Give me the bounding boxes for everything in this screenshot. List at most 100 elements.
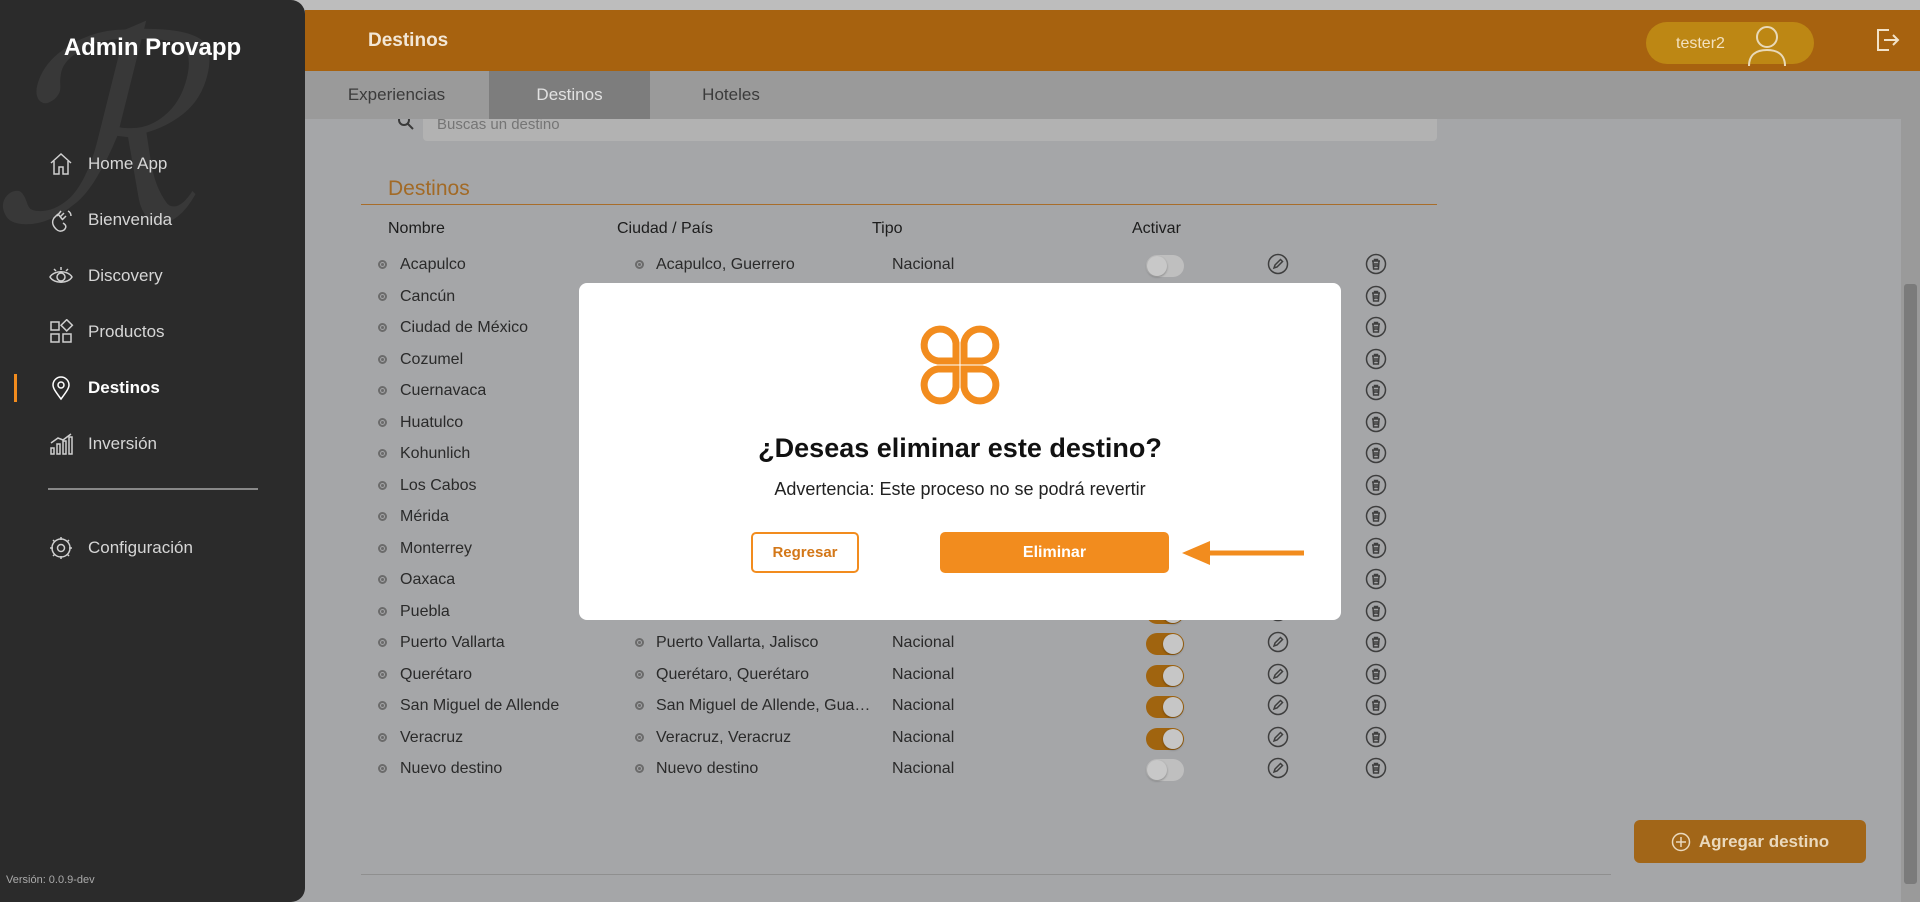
edit-pencil-icon[interactable] bbox=[1267, 253, 1289, 280]
tab-bar: Experiencias Destinos Hoteles bbox=[305, 71, 1920, 119]
products-grid-icon bbox=[50, 319, 74, 343]
add-destination-label: Agregar destino bbox=[1698, 831, 1830, 851]
delete-trash-icon[interactable] bbox=[1365, 411, 1387, 438]
bullet-icon bbox=[378, 260, 387, 269]
sidebar-item-discovery[interactable]: Discovery bbox=[0, 248, 305, 304]
sidebar-item-configuracion[interactable]: Configuración bbox=[0, 520, 305, 576]
sidebar-item-destinos[interactable]: Destinos bbox=[0, 360, 305, 416]
delete-trash-icon[interactable] bbox=[1365, 726, 1387, 753]
sidebar-item-bienvenida[interactable]: Bienvenida bbox=[0, 192, 305, 248]
toggle-knob bbox=[1163, 697, 1183, 717]
delete-trash-icon[interactable] bbox=[1365, 537, 1387, 564]
sidebar-item-label: Configuración bbox=[88, 538, 193, 557]
edit-pencil-icon[interactable] bbox=[1267, 663, 1289, 690]
delete-trash-icon[interactable] bbox=[1365, 316, 1387, 343]
edit-pencil-icon[interactable] bbox=[1267, 631, 1289, 658]
sidebar-item-inversion[interactable]: Inversión bbox=[0, 416, 305, 472]
delete-trash-icon[interactable] bbox=[1365, 694, 1387, 721]
row-name: Acapulco bbox=[400, 256, 466, 273]
bullet-icon bbox=[378, 575, 387, 584]
dialog-warning: Advertencia: Este proceso no se podrá re… bbox=[774, 479, 1146, 499]
bullet-icon bbox=[378, 638, 387, 647]
confirm-delete-dialog: ¿Deseas eliminar este destino? Advertenc… bbox=[579, 283, 1341, 620]
edit-pencil-icon[interactable] bbox=[1267, 757, 1289, 784]
sidebar-nav: Home App Bienvenida Discovery Productos … bbox=[0, 136, 305, 576]
plus-circle-icon bbox=[1671, 832, 1691, 851]
edit-pencil-icon[interactable] bbox=[1267, 694, 1289, 721]
active-toggle[interactable] bbox=[1146, 255, 1184, 277]
delete-trash-icon[interactable] bbox=[1365, 631, 1387, 658]
delete-trash-icon[interactable] bbox=[1365, 348, 1387, 375]
row-type: Nacional bbox=[892, 697, 955, 714]
bullet-icon bbox=[635, 701, 644, 710]
delete-trash-icon[interactable] bbox=[1365, 757, 1387, 784]
delete-trash-icon[interactable] bbox=[1365, 568, 1387, 595]
row-name: Cozumel bbox=[400, 350, 464, 368]
delete-trash-icon[interactable] bbox=[1365, 663, 1387, 690]
page-scrollbar[interactable] bbox=[1901, 119, 1920, 902]
active-toggle[interactable] bbox=[1146, 633, 1184, 655]
page-title: Destinos bbox=[368, 30, 449, 51]
bullet-icon bbox=[635, 764, 644, 773]
sidebar-item-home-app[interactable]: Home App bbox=[0, 136, 305, 192]
delete-trash-icon[interactable] bbox=[1365, 442, 1387, 469]
sidebar-item-label: Home App bbox=[88, 154, 168, 173]
row-name: Ciudad de México bbox=[400, 319, 529, 336]
eye-icon bbox=[49, 267, 73, 283]
row-name: San Miguel de Allende bbox=[400, 697, 560, 714]
delete-trash-icon[interactable] bbox=[1365, 379, 1387, 406]
tab-hoteles[interactable]: Hoteles bbox=[650, 71, 812, 119]
sidebar-item-label: Bienvenida bbox=[88, 210, 173, 229]
row-name: Mérida bbox=[400, 508, 449, 525]
active-toggle[interactable] bbox=[1146, 727, 1184, 750]
user-name: tester2 bbox=[1676, 35, 1725, 52]
tab-experiencias[interactable]: Experiencias bbox=[305, 71, 488, 119]
scrollbar-thumb[interactable] bbox=[1904, 284, 1917, 884]
delete-trash-icon[interactable] bbox=[1365, 285, 1387, 312]
user-menu[interactable]: tester2 bbox=[1646, 22, 1814, 67]
row-name: Kohunlich bbox=[400, 445, 471, 462]
pointer-arrow-icon bbox=[1182, 541, 1304, 565]
logout-icon[interactable] bbox=[1874, 27, 1900, 53]
delete-confirm-button[interactable]: Eliminar bbox=[940, 532, 1169, 573]
active-toggle[interactable] bbox=[1146, 759, 1184, 781]
table-row: Querétaro Querétaro, Querétaro Nacional bbox=[305, 663, 1505, 697]
delete-trash-icon[interactable] bbox=[1365, 505, 1387, 532]
bullet-icon bbox=[635, 732, 644, 742]
row-type: Nacional bbox=[892, 665, 955, 683]
back-button[interactable]: Regresar bbox=[751, 532, 859, 573]
tab-destinos[interactable]: Destinos bbox=[489, 71, 650, 119]
active-toggle[interactable] bbox=[1146, 696, 1184, 718]
toggle-knob bbox=[1163, 665, 1183, 686]
bullet-icon bbox=[378, 669, 387, 679]
row-city: San Miguel de Allende, Gua… bbox=[656, 697, 871, 714]
sidebar: ℛ Admin Provapp Home App Bienvenida Disc… bbox=[0, 0, 305, 902]
waving-hand-icon bbox=[51, 210, 72, 232]
toggle-knob bbox=[1163, 634, 1183, 654]
bottom-divider bbox=[361, 874, 1611, 875]
bullet-icon bbox=[378, 417, 387, 427]
row-name: Oaxaca bbox=[400, 571, 456, 588]
sidebar-item-productos[interactable]: Productos bbox=[0, 304, 305, 360]
column-header-active: Activar bbox=[1132, 220, 1181, 237]
delete-trash-icon[interactable] bbox=[1365, 600, 1387, 627]
bullet-icon bbox=[635, 260, 644, 269]
gear-icon bbox=[50, 537, 72, 559]
table-row: San Miguel de Allende San Miguel de Allen… bbox=[305, 694, 1505, 728]
add-destination-button[interactable]: Agregar destino bbox=[1634, 820, 1866, 863]
column-header-city: Ciudad / País bbox=[617, 220, 714, 237]
edit-pencil-icon[interactable] bbox=[1267, 726, 1289, 753]
clover-logo-icon bbox=[920, 325, 1000, 405]
active-toggle[interactable] bbox=[1146, 664, 1184, 687]
table-row: Acapulco Acapulco, Guerrero Nacional bbox=[305, 253, 1505, 287]
search-input[interactable] bbox=[435, 119, 1339, 134]
row-city: Querétaro, Querétaro bbox=[656, 665, 809, 683]
bullet-icon bbox=[378, 606, 387, 616]
delete-trash-icon[interactable] bbox=[1365, 474, 1387, 501]
row-name: Cancún bbox=[400, 287, 456, 305]
delete-trash-icon[interactable] bbox=[1365, 253, 1387, 280]
row-city: Puerto Vallarta, Jalisco bbox=[656, 634, 819, 651]
bullet-icon bbox=[378, 354, 387, 364]
user-avatar-icon bbox=[1748, 26, 1786, 67]
bullet-icon bbox=[635, 638, 644, 647]
